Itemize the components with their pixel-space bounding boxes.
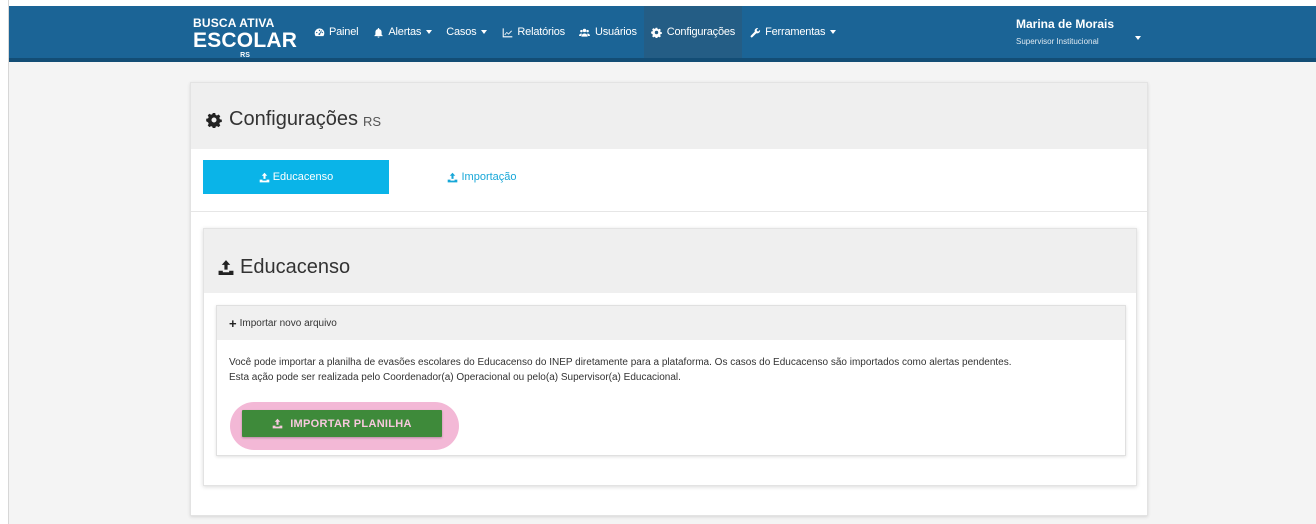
logo-line-1: BUSCA ATIVA xyxy=(193,16,275,30)
upload-icon xyxy=(259,172,270,182)
nav-item-configuracoes[interactable]: Configurações xyxy=(643,6,743,58)
gear-icon xyxy=(206,112,222,128)
import-box-header-label: Importar novo arquivo xyxy=(239,317,337,329)
user-name: Marina de Morais xyxy=(1016,17,1115,31)
panel-header: Configurações RS xyxy=(191,83,1147,149)
user-role: Supervisor Institucional xyxy=(1016,37,1099,46)
nav-item-casos[interactable]: Casos xyxy=(439,6,494,58)
nav-item-relatorios[interactable]: Relatórios xyxy=(494,6,572,58)
educacenso-card: Educacenso + Importar novo arquivo Você … xyxy=(203,228,1137,486)
plus-icon: + xyxy=(229,315,237,331)
import-spreadsheet-button[interactable]: IMPORTAR PLANILHA xyxy=(242,410,442,437)
tabs-divider xyxy=(191,211,1147,212)
nav-label-casos: Casos xyxy=(446,26,477,38)
import-spreadsheet-button-label: IMPORTAR PLANILHA xyxy=(290,417,412,430)
section-title-text: Educacenso xyxy=(240,256,351,278)
chevron-down-icon xyxy=(426,30,433,34)
nav-label-relatorios: Relatórios xyxy=(517,26,565,38)
import-description: Você pode importar a planilha de evasões… xyxy=(229,355,1119,385)
chevron-down-icon xyxy=(481,30,488,34)
logo-line-2: ESCOLAR xyxy=(193,29,298,52)
page-subtitle: RS xyxy=(362,114,382,129)
dashboard-icon xyxy=(313,26,325,38)
nav-item-ferramentas[interactable]: Ferramentas xyxy=(742,6,843,58)
import-box-header[interactable]: + Importar novo arquivo xyxy=(217,306,1125,340)
tab-label-educacenso: Educacenso xyxy=(272,171,334,183)
chevron-down-icon xyxy=(830,30,837,34)
nav-item-painel[interactable]: Painel xyxy=(306,6,365,58)
upload-icon xyxy=(218,260,234,275)
window-edge xyxy=(0,0,9,524)
users-icon xyxy=(579,26,591,38)
app-logo[interactable]: BUSCA ATIVA ESCOLAR RS xyxy=(193,17,297,59)
settings-panel: Configurações RS Educacenso Importação E… xyxy=(190,82,1148,516)
section-title: Educacenso xyxy=(217,256,350,279)
gear-icon xyxy=(651,26,663,38)
page-title-text: Configurações xyxy=(229,108,358,130)
wrench-icon xyxy=(749,26,761,38)
nav-item-alertas[interactable]: Alertas xyxy=(365,6,439,58)
nav-label-alertas: Alertas xyxy=(388,26,422,38)
tab-bar: Educacenso Importação xyxy=(203,160,575,194)
chevron-down-icon xyxy=(1135,36,1141,40)
tab-label-importacao: Importação xyxy=(461,171,517,183)
nav-label-configuracoes: Configurações xyxy=(666,26,736,38)
import-description-line-2: Esta ação pode ser realizada pelo Coorde… xyxy=(229,372,681,383)
upload-icon xyxy=(448,172,458,182)
tab-educacenso[interactable]: Educacenso xyxy=(203,160,389,194)
bell-icon xyxy=(372,26,384,38)
educacenso-card-header: Educacenso xyxy=(204,229,1136,293)
page-title: Configurações RS xyxy=(206,108,381,131)
import-description-line-1: Você pode importar a planilha de evasões… xyxy=(229,357,1012,368)
logo-state: RS xyxy=(240,52,250,59)
tab-importacao[interactable]: Importação xyxy=(389,160,575,194)
nav-item-usuarios[interactable]: Usuários xyxy=(572,6,644,58)
main-nav: Painel Alertas Casos Relatórios Usuários… xyxy=(306,6,843,58)
nav-label-painel: Painel xyxy=(329,26,359,38)
upload-icon xyxy=(272,418,283,429)
line-chart-icon xyxy=(501,26,513,38)
user-menu[interactable]: Marina de Morais Supervisor Instituciona… xyxy=(1016,17,1141,46)
nav-label-usuarios: Usuários xyxy=(594,26,637,38)
nav-label-ferramentas: Ferramentas xyxy=(765,26,826,38)
import-box: + Importar novo arquivo Você pode import… xyxy=(216,305,1126,456)
